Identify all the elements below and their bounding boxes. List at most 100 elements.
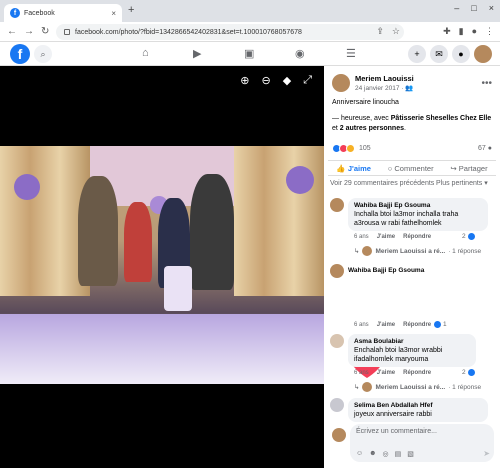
watch-icon[interactable]: ▶ [193, 47, 201, 60]
comment-like-button[interactable]: J'aime [377, 370, 395, 376]
forward-icon[interactable]: → [24, 26, 34, 37]
commenter-avatar[interactable] [330, 398, 344, 412]
post-date[interactable]: 24 janvier 2017 · [355, 85, 405, 92]
zoom-in-icon[interactable]: ⊕ [240, 74, 249, 87]
like-button[interactable]: 👍 J'aime [336, 164, 371, 173]
comment-reply-button[interactable]: Répondre [403, 322, 431, 328]
reply-avatar [362, 246, 373, 256]
fullscreen-icon[interactable]: ⤢ [303, 74, 312, 87]
comment-reply-button[interactable]: Répondre [403, 370, 431, 376]
commenter-avatar[interactable] [330, 198, 344, 212]
comment-time[interactable]: 6 ans [354, 322, 369, 328]
account-avatar[interactable] [474, 45, 492, 63]
sidebar-icon[interactable]: ▮ [459, 26, 464, 37]
comment-button[interactable]: ○ Commenter [388, 164, 434, 173]
bookmark-star-icon[interactable]: ☆ [392, 26, 400, 37]
new-tab-button[interactable]: + [128, 4, 134, 16]
comment-meta: 6 ans J'aime Répondre [354, 234, 431, 240]
create-icon[interactable]: + [408, 45, 426, 63]
groups-icon[interactable]: ◉ [295, 47, 305, 60]
browser-menu-icon[interactable]: ⋮ [485, 26, 494, 37]
reply-avatar [362, 382, 373, 392]
comment-reply-button[interactable]: Répondre [403, 234, 431, 240]
share-button[interactable]: ↪ Partager [450, 164, 487, 173]
commenter-name[interactable]: Wahiba Bajji Ep Gsouma [354, 201, 482, 210]
avatar-sticker-icon[interactable]: ☺ [356, 450, 363, 458]
comment-like-button[interactable]: J'aime [377, 234, 395, 240]
sticker-icon[interactable]: ▧ [407, 450, 414, 458]
commenter-avatar[interactable] [330, 264, 344, 278]
tab-close-icon[interactable]: × [111, 9, 116, 18]
comment-meta: 6 ans J'aime Répondre [354, 370, 431, 376]
comment-time[interactable]: 6 ans [354, 234, 369, 240]
comment-composer: Écrivez un commentaire... ☺ ☻ ◎ ▤ ▧ ➤ [328, 422, 496, 468]
tagged-page-link[interactable]: Pâtisserie Sheselles Chez Elle [391, 115, 491, 122]
care-reaction-icon [346, 144, 355, 153]
window-controls: – □ × [454, 3, 494, 13]
author-name[interactable]: Meriem Laouissi [355, 74, 414, 83]
reply-preview[interactable]: ↳ Meriem Laouissi a ré... · 1 réponse [354, 382, 481, 392]
browser-tab-bar: f Facebook × + – □ × [0, 0, 500, 22]
caption-text: — heureuse, avec [332, 115, 391, 122]
marketplace-icon[interactable]: ▣ [244, 47, 254, 60]
comment-like-button[interactable]: J'aime [377, 322, 395, 328]
reactions-count[interactable]: 105 [359, 145, 371, 152]
browser-tab[interactable]: f Facebook × [4, 4, 122, 22]
comments-count[interactable]: 67 [478, 145, 486, 152]
facebook-header: f ⌕ ⌂ ▶ ▣ ◉ ☰ + ✉ ● [0, 42, 500, 66]
close-window-button[interactable]: × [489, 3, 494, 13]
emoji-icon[interactable]: ☻ [369, 450, 376, 458]
reply-count: · 1 réponse [448, 247, 482, 255]
commenter-name[interactable]: Selima Ben Abdallah Hfef [354, 401, 482, 410]
home-icon[interactable]: ⌂ [142, 47, 149, 59]
comment-meta: 6 ans J'aime Répondre [354, 322, 431, 328]
my-avatar [332, 428, 346, 442]
reload-icon[interactable]: ↻ [41, 26, 49, 37]
notifications-icon[interactable]: ● [452, 45, 470, 63]
send-icon[interactable]: ➤ [483, 449, 490, 458]
reply-preview[interactable]: ↳ Meriem Laouissi a ré... · 1 réponse [354, 246, 481, 256]
gif-icon[interactable]: ▤ [395, 450, 402, 458]
comment-reaction-number[interactable]: 2 [462, 233, 466, 240]
address-bar: ← → ↻ facebook.com/photo/?fbid=134286654… [0, 22, 500, 42]
comment-placeholder: Écrivez un commentaire... [356, 428, 437, 435]
tab-title: Facebook [24, 9, 55, 17]
share-label: Partager [458, 163, 488, 173]
zoom-out-icon[interactable]: ⊖ [262, 74, 271, 87]
comment-label: Commenter [394, 163, 434, 173]
minimize-button[interactable]: – [454, 3, 459, 13]
comment-sort-dropdown[interactable]: Plus pertinents ▾ [436, 179, 496, 188]
facebook-logo-icon[interactable]: f [10, 44, 30, 64]
commenter-name[interactable]: Asma Boulabiar [354, 337, 470, 346]
reply-count: · 1 réponse [448, 383, 482, 391]
comment-reaction-number[interactable]: 2 [462, 369, 466, 376]
comment-reaction-number[interactable]: 1 [443, 321, 447, 328]
reply-author: Meriem Laouissi a ré... [375, 383, 446, 391]
back-icon[interactable]: ← [7, 26, 17, 37]
like-reaction-icon [467, 233, 475, 240]
post-author: Meriem Laouissi 24 janvier 2017 · 👥 [332, 74, 414, 92]
tagged-people-link[interactable]: 2 autres personnes [340, 125, 404, 132]
camera-icon[interactable]: ◎ [383, 450, 389, 458]
search-icon[interactable]: ⌕ [34, 45, 52, 63]
view-previous-comments[interactable]: Voir 29 commentaires précédents [330, 179, 435, 188]
comment-input[interactable]: Écrivez un commentaire... ☺ ☻ ◎ ▤ ▧ ➤ [350, 424, 494, 462]
commenter-name[interactable]: Wahiba Bajji Ep Gsouma [348, 264, 424, 278]
tag-icon[interactable]: ◆ [283, 74, 291, 87]
comment-time[interactable]: 6 ans [354, 370, 369, 376]
comment-text: Inchalla btoi la3mor inchalla traha a3ro… [354, 211, 459, 227]
url-field[interactable]: facebook.com/photo/?fbid=134286654240283… [56, 24, 404, 40]
profile-icon[interactable]: ● [472, 26, 477, 37]
messenger-icon[interactable]: ✉ [430, 45, 448, 63]
menu-icon[interactable]: ☰ [346, 47, 356, 60]
maximize-button[interactable]: □ [471, 3, 476, 13]
post-actions: 👍 J'aime ○ Commenter ↪ Partager [328, 160, 496, 176]
comment: Asma Boulabiar Enchalah btoi la3mor wrab… [330, 334, 476, 367]
author-avatar[interactable] [332, 74, 350, 92]
post-details-panel: Meriem Laouissi 24 janvier 2017 · 👥 ••• … [324, 66, 500, 468]
share-page-icon[interactable]: ⇪ [376, 26, 384, 37]
extensions-icon[interactable]: ✚ [443, 26, 451, 37]
commenter-avatar[interactable] [330, 334, 344, 348]
comment: Selima Ben Abdallah Hfef joyeux annivers… [330, 398, 488, 422]
more-options-icon[interactable]: ••• [481, 78, 492, 89]
